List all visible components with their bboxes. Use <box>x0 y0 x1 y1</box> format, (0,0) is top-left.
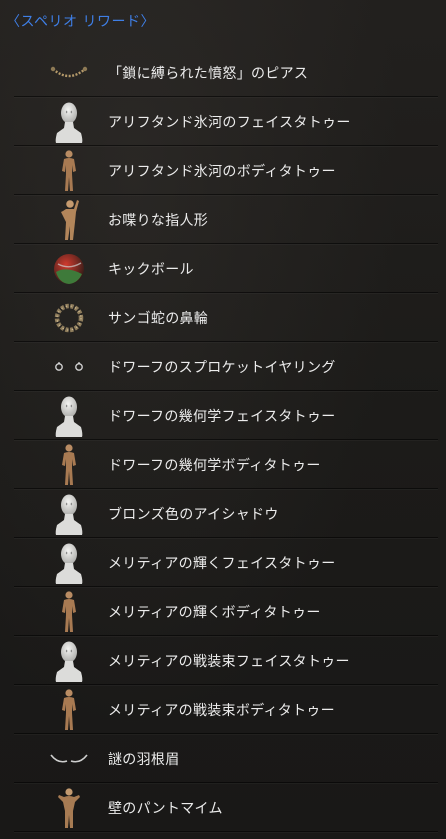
face-bust-icon <box>46 638 92 684</box>
reward-item[interactable]: 謎の羽根眉 <box>4 734 442 783</box>
reward-item-label: メリティアの戦装束ボディタトゥー <box>108 702 335 719</box>
reward-item[interactable]: ブロンズ色のアイシャドウ <box>4 489 442 538</box>
reward-item[interactable]: メリティアの輝くボディタトゥー <box>4 587 442 636</box>
body-figure-icon <box>46 687 92 733</box>
reward-item[interactable]: 壁のパントマイム <box>4 783 442 832</box>
reward-item[interactable]: ドワーフのスプロケットイヤリング <box>4 342 442 391</box>
reward-item[interactable]: キックボール <box>4 244 442 293</box>
body-figure-icon <box>46 589 92 635</box>
nose-ring-icon <box>46 295 92 341</box>
mime-figure-icon <box>46 785 92 831</box>
reward-item-label: アリフタンド氷河のボディタトゥー <box>108 163 336 180</box>
face-bust-icon <box>46 540 92 586</box>
reward-item[interactable]: 「鎖に縛られた憤怒」のピアス <box>4 48 442 97</box>
reward-list: 「鎖に縛られた憤怒」のピアスアリフタンド氷河のフェイスタトゥー アリフタンド氷河の… <box>4 48 442 832</box>
reward-item[interactable]: アリフタンド氷河のボディタトゥー <box>4 146 442 195</box>
face-bust-icon <box>46 393 92 439</box>
reward-item-label: ドワーフの幾何学フェイスタトゥー <box>108 408 336 425</box>
earring-icon <box>46 344 92 390</box>
reward-item-label: メリティアの戦装束フェイスタトゥー <box>108 653 350 670</box>
reward-item-label: 「鎖に縛られた憤怒」のピアス <box>108 65 309 82</box>
panel-title: 〈スペリオ リワード〉 <box>6 14 155 30</box>
reward-item-label: ドワーフの幾何学ボディタトゥー <box>108 457 321 474</box>
reward-item[interactable]: ドワーフの幾何学フェイスタトゥー <box>4 391 442 440</box>
reward-item-label: 謎の羽根眉 <box>108 751 180 768</box>
reward-item[interactable]: メリティアの輝くフェイスタトゥー <box>4 538 442 587</box>
face-bust-icon <box>46 491 92 537</box>
superior-rewards-panel: 〈スペリオ リワード〉 「鎖に縛られた憤怒」のピアスアリフタンド氷河のフェイスタ… <box>0 0 446 839</box>
face-bust-icon <box>46 99 92 145</box>
reward-item[interactable]: サンゴ蛇の鼻輪 <box>4 293 442 342</box>
reward-item[interactable]: メリティアの戦装束ボディタトゥー <box>4 685 442 734</box>
finger-puppet-icon <box>46 197 92 243</box>
reward-item-label: アリフタンド氷河のフェイスタトゥー <box>108 114 351 131</box>
body-figure-icon <box>46 148 92 194</box>
body-figure-icon <box>46 442 92 488</box>
reward-item[interactable]: ドワーフの幾何学ボディタトゥー <box>4 440 442 489</box>
reward-item-label: キックボール <box>108 261 194 278</box>
reward-item[interactable]: お喋りな指人形 <box>4 195 442 244</box>
reward-item-label: メリティアの輝くボディタトゥー <box>108 604 321 621</box>
reward-item-label: サンゴ蛇の鼻輪 <box>108 310 209 327</box>
reward-item-label: ドワーフのスプロケットイヤリング <box>108 359 336 376</box>
reward-item-label: お喋りな指人形 <box>108 212 209 229</box>
reward-item-label: メリティアの輝くフェイスタトゥー <box>108 555 336 572</box>
chain-piercing-icon <box>46 50 92 96</box>
reward-item-label: ブロンズ色のアイシャドウ <box>108 506 279 523</box>
reward-item-label: 壁のパントマイム <box>108 800 223 817</box>
reward-item[interactable]: メリティアの戦装束フェイスタトゥー <box>4 636 442 685</box>
kickball-icon <box>46 246 92 292</box>
reward-item[interactable]: アリフタンド氷河のフェイスタトゥー <box>4 97 442 146</box>
feather-eyebrow-icon <box>46 736 92 782</box>
